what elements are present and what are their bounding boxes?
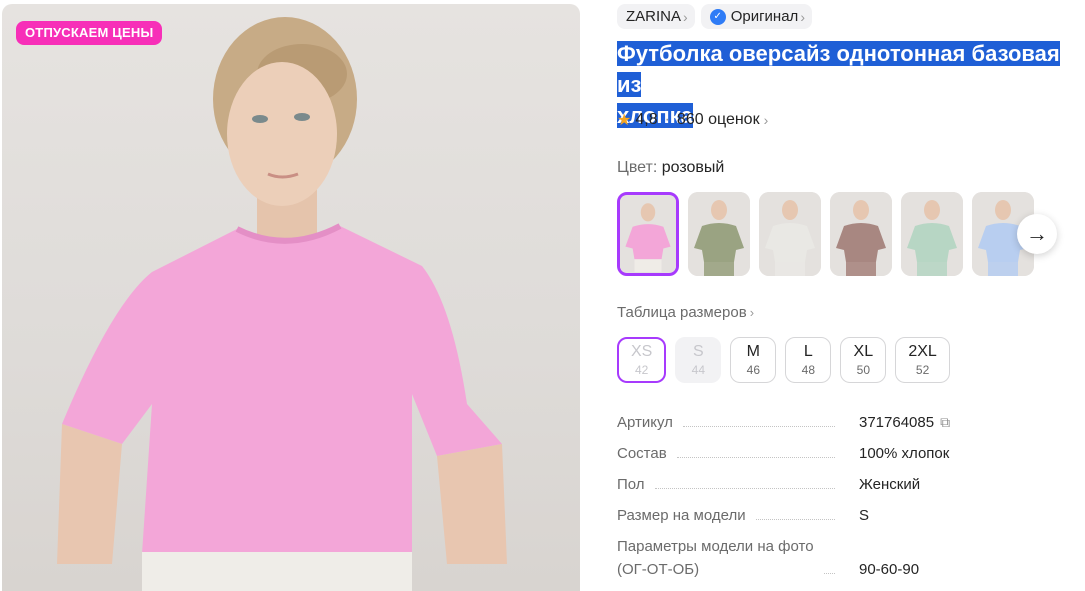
arrow-right-icon: → bbox=[1026, 221, 1048, 246]
chevron-right-icon: › bbox=[763, 112, 769, 128]
model-photo-illustration bbox=[57, 17, 507, 591]
swatch-thumbnail bbox=[688, 192, 750, 276]
size-label: M bbox=[746, 343, 760, 360]
param-key: Параметры модели на фото (ОГ-ОТ-ОБ) bbox=[617, 538, 814, 578]
param-row: Размер на модели S bbox=[617, 507, 1057, 524]
dotted-leader bbox=[823, 573, 835, 574]
brand-chip[interactable]: ZARINA › bbox=[617, 4, 695, 29]
chevron-right-icon: › bbox=[800, 8, 805, 25]
next-swatches-button[interactable]: → bbox=[1017, 214, 1057, 254]
swatch-thumbnail bbox=[830, 192, 892, 276]
param-row: Параметры модели на фото (ОГ-ОТ-ОБ) 90-60-… bbox=[617, 538, 1057, 578]
param-value: 100% хлопок bbox=[859, 445, 950, 462]
param-value: Женский bbox=[859, 476, 921, 493]
size-ru-number: 52 bbox=[915, 363, 930, 377]
brand-chips: ZARINA › ✓ Оригинал › bbox=[617, 4, 812, 29]
color-swatches bbox=[617, 192, 1034, 276]
size-options: XS 42 S 44 M 46 L 48 XL 50 2XL 52 bbox=[617, 337, 950, 383]
rating-row[interactable]: ★ 4,8 · 860 оценок › bbox=[617, 110, 768, 130]
copy-icon[interactable]: ⧉ bbox=[940, 414, 950, 430]
color-swatch[interactable] bbox=[901, 192, 963, 276]
size-ru-number: 46 bbox=[746, 363, 761, 377]
param-value: 90-60-90 bbox=[859, 561, 920, 578]
size-option[interactable]: M 46 bbox=[730, 337, 777, 383]
dotted-leader bbox=[755, 519, 835, 520]
param-key: Артикул bbox=[617, 414, 673, 431]
size-option[interactable]: 2XL 52 bbox=[895, 337, 950, 383]
swatch-thumbnail bbox=[620, 196, 676, 272]
dotted-leader bbox=[654, 488, 835, 489]
param-key: Размер на модели bbox=[617, 507, 746, 524]
size-label: L bbox=[803, 343, 813, 360]
verified-check-icon: ✓ bbox=[709, 8, 726, 25]
color-label-row: Цвет: розовый bbox=[617, 159, 724, 177]
color-value: розовый bbox=[661, 159, 725, 176]
rating-separator: · bbox=[664, 111, 670, 128]
size-option[interactable]: XS 42 bbox=[617, 337, 667, 383]
product-title-line1: Футболка оверсайз однотонная базовая из bbox=[617, 41, 1060, 97]
size-label: XL bbox=[853, 343, 874, 360]
chevron-right-icon: › bbox=[749, 305, 755, 320]
param-row: Пол Женский bbox=[617, 476, 1057, 493]
reviews-count: 860 оценок bbox=[676, 111, 760, 128]
original-chip[interactable]: ✓ Оригинал › bbox=[700, 4, 812, 29]
size-table-label: Таблица размеров bbox=[617, 304, 747, 321]
swatch-thumbnail bbox=[759, 192, 821, 276]
size-label: 2XL bbox=[908, 343, 937, 360]
chevron-right-icon: › bbox=[683, 8, 688, 25]
dotted-leader bbox=[676, 457, 835, 458]
size-ru-number: 44 bbox=[691, 363, 706, 377]
color-swatch[interactable] bbox=[759, 192, 821, 276]
color-swatch[interactable] bbox=[617, 192, 679, 276]
size-ru-number: 48 bbox=[801, 363, 816, 377]
color-swatch[interactable] bbox=[830, 192, 892, 276]
param-key-line: (ОГ-ОТ-ОБ) bbox=[617, 561, 700, 578]
size-option[interactable]: XL 50 bbox=[840, 337, 887, 383]
size-ru-number: 50 bbox=[856, 363, 871, 377]
param-row: Артикул 371764085 ⧉ bbox=[617, 414, 1057, 431]
param-row: Состав 100% хлопок bbox=[617, 445, 1057, 462]
color-label: Цвет: bbox=[617, 159, 658, 176]
original-label: Оригинал bbox=[730, 8, 799, 25]
star-icon: ★ bbox=[617, 112, 632, 129]
param-value: 371764085 ⧉ bbox=[859, 414, 951, 431]
size-table-link[interactable]: Таблица размеров › bbox=[617, 304, 754, 321]
size-label: S bbox=[693, 343, 704, 360]
param-value: S bbox=[859, 507, 870, 524]
size-option[interactable]: S 44 bbox=[675, 337, 722, 383]
promo-badge: ОТПУСКАЕМ ЦЕНЫ bbox=[16, 21, 163, 45]
rating-value: 4,8 bbox=[635, 111, 658, 128]
brand-label: ZARINA bbox=[626, 8, 682, 25]
param-key: Состав bbox=[617, 445, 667, 462]
color-swatch[interactable] bbox=[688, 192, 750, 276]
size-ru-number: 42 bbox=[634, 363, 649, 377]
dotted-leader bbox=[682, 426, 835, 427]
size-label: XS bbox=[631, 343, 653, 360]
size-option[interactable]: L 48 bbox=[785, 337, 832, 383]
product-main-photo[interactable]: ОТПУСКАЕМ ЦЕНЫ bbox=[2, 4, 580, 591]
param-key-line: Параметры модели на фото bbox=[617, 538, 814, 555]
param-key: Пол bbox=[617, 476, 645, 493]
swatch-thumbnail bbox=[901, 192, 963, 276]
